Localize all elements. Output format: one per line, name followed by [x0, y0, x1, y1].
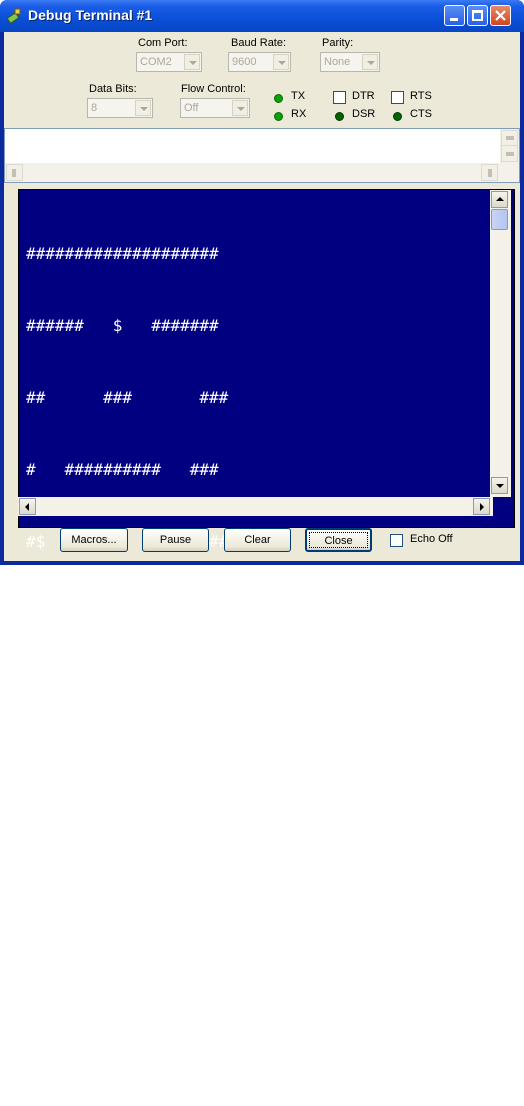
macros-button[interactable]: Macros... — [60, 528, 128, 552]
dtr-checkbox[interactable] — [333, 91, 346, 104]
baud-rate-value: 9600 — [232, 56, 257, 68]
terminal-line: # ##$## # # — [26, 820, 238, 839]
dsr-led-icon — [335, 112, 344, 121]
terminal-line: ##### # $ #####WIN — [26, 604, 238, 623]
close-button[interactable]: Close — [305, 528, 372, 552]
clear-button[interactable]: Clear — [224, 528, 291, 552]
title-bar[interactable]: Debug Terminal #1 — [0, 0, 524, 32]
com-port-value: COM2 — [140, 56, 172, 68]
echo-off-label: Echo Off — [410, 533, 453, 545]
tx-led-icon — [274, 94, 283, 103]
maximize-icon — [472, 10, 483, 21]
transmit-textarea[interactable] — [4, 128, 520, 183]
chevron-down-icon — [232, 100, 248, 116]
parity-value: None — [324, 56, 351, 68]
window-title: Debug Terminal #1 — [28, 7, 153, 23]
cts-label: CTS — [410, 108, 432, 120]
com-port-label: Com Port: — [138, 37, 188, 49]
chevron-down-icon — [273, 54, 289, 70]
scroll-right-icon[interactable] — [473, 498, 490, 515]
rts-label: RTS — [410, 90, 432, 102]
parity-select: None — [320, 52, 380, 72]
terminal-line: # ## ## $ # — [26, 676, 238, 695]
scroll-down-icon[interactable] — [501, 145, 518, 162]
scroll-right-icon[interactable] — [481, 164, 498, 181]
terminal-line: ###### $ ####### — [26, 316, 219, 335]
terminal-line: # ########## ### — [26, 460, 219, 479]
rx-label: RX — [291, 108, 307, 120]
cts-led-icon — [393, 112, 402, 121]
flow-control-select: Off — [180, 98, 250, 118]
score-line: Score: 000 — [26, 1036, 123, 1055]
debug-terminal-window: Debug Terminal #1 Com Port: COM2 Baud Ra… — [0, 0, 524, 1055]
transmit-horizontal-scrollbar[interactable] — [5, 163, 519, 182]
echo-off-checkbox[interactable] — [390, 534, 403, 547]
minimize-button[interactable] — [444, 5, 465, 26]
data-bits-value: 8 — [91, 102, 98, 114]
com-port-select: COM2 — [136, 52, 202, 72]
maximize-button[interactable] — [467, 5, 488, 26]
chevron-down-icon — [135, 100, 151, 116]
baud-rate-select: 9600 — [228, 52, 291, 72]
dsr-label: DSR — [352, 108, 376, 120]
close-window-button[interactable] — [490, 5, 511, 26]
scroll-thumb[interactable] — [491, 209, 508, 230]
chevron-down-icon — [362, 54, 378, 70]
window-client-area: Com Port: COM2 Baud Rate: 9600 Parity: N… — [4, 32, 520, 1055]
data-bits-select: 8 — [87, 98, 153, 118]
dtr-label: DTR — [352, 90, 375, 102]
scroll-left-icon[interactable] — [6, 164, 23, 181]
tx-label: TX — [291, 90, 306, 102]
terminal-horizontal-scrollbar[interactable] — [18, 497, 493, 516]
close-icon — [495, 10, 506, 21]
rx-led-icon — [274, 112, 283, 121]
terminal-output: #################### ###### $ ####### ##… — [26, 194, 238, 1106]
terminal-line: # $ ########## # # — [26, 748, 238, 767]
parity-label: Parity: — [322, 37, 354, 49]
flow-control-label: Flow Control: — [181, 83, 246, 95]
rts-checkbox[interactable] — [391, 91, 404, 104]
data-bits-label: Data Bits: — [89, 83, 137, 95]
pause-button[interactable]: Pause — [142, 528, 209, 552]
baud-rate-label: Baud Rate: — [231, 37, 287, 49]
terminal-line: #################### — [26, 244, 219, 263]
receive-terminal[interactable]: #################### ###### $ ####### ##… — [18, 189, 515, 1055]
transmit-vertical-scrollbar[interactable] — [500, 129, 519, 163]
terminal-line: # ######## # — [26, 892, 238, 911]
scroll-down-icon[interactable] — [491, 477, 508, 494]
terminal-line: #################### — [26, 964, 219, 983]
terminal-line: ## ### ### — [26, 388, 229, 407]
minimize-icon — [450, 18, 458, 21]
terminal-vertical-scrollbar[interactable] — [490, 190, 511, 497]
scroll-left-icon[interactable] — [19, 498, 36, 515]
scroll-up-icon[interactable] — [491, 191, 508, 208]
terminal-app-icon — [6, 8, 21, 25]
chevron-down-icon — [184, 54, 200, 70]
flow-control-value: Off — [184, 102, 199, 114]
